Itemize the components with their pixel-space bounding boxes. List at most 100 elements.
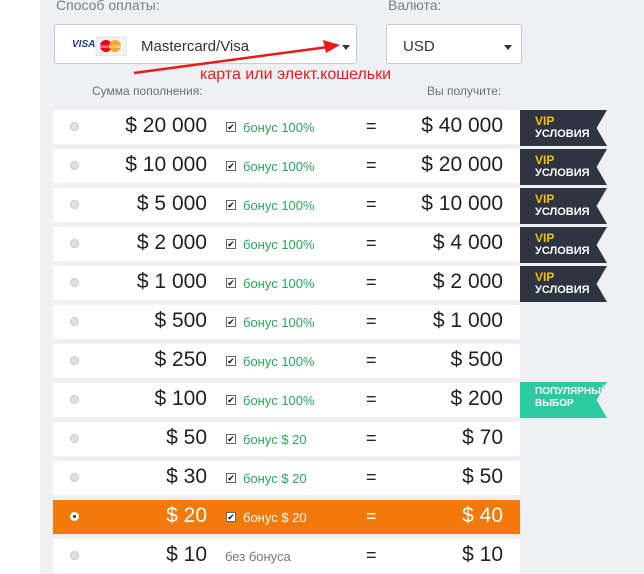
deposit-amount: $ 10: [166, 543, 207, 566]
deposit-option-row[interactable]: $ 100 ✔ бонус 100% = $ 200: [53, 383, 520, 417]
radio-button[interactable]: [70, 122, 79, 131]
receive-amount: $ 50: [462, 465, 503, 488]
card-logo-icon: VISA MasterCard: [69, 35, 127, 56]
radio-button[interactable]: [70, 473, 79, 482]
vip-conditions-badge[interactable]: VIP УСЛОВИЯ: [520, 266, 607, 302]
popular-label: ПОПУЛЯРНЫЙ ВЫБОР: [535, 386, 609, 409]
deposit-option-row[interactable]: $ 500 ✔ бонус 100% = $ 1 000: [53, 305, 520, 339]
bonus-label: бонус $ 20: [243, 471, 307, 486]
deposit-amount: $ 5 000: [136, 192, 207, 215]
vip-label: VIP: [535, 231, 555, 245]
deposit-amount: $ 10 000: [125, 153, 207, 176]
deposit-option-row[interactable]: $ 20 000 ✔ бонус 100% = $ 40 000: [53, 110, 520, 144]
receive-amount: $ 500: [450, 348, 503, 371]
receive-amount: $ 70: [462, 426, 503, 449]
receive-amount: $ 10: [462, 543, 503, 566]
deposit-amount: $ 2 000: [136, 231, 207, 254]
payment-method-select[interactable]: VISA MasterCard Mastercard/Visa: [54, 24, 357, 64]
deposit-option-row[interactable]: $ 50 ✔ бонус $ 20 = $ 70: [53, 422, 520, 456]
checkbox-checked-icon: ✔: [226, 395, 236, 405]
checkbox-checked-icon: ✔: [226, 356, 236, 366]
vip-label: VIP: [535, 192, 555, 206]
deposit-option-row[interactable]: $ 250 ✔ бонус 100% = $ 500: [53, 344, 520, 378]
payment-method-value: Mastercard/Visa: [141, 38, 250, 55]
checkbox-checked-icon: ✔: [226, 200, 236, 210]
checkbox-checked-icon: ✔: [226, 512, 236, 522]
deposit-amount: $ 1 000: [136, 270, 207, 293]
checkbox-checked-icon: ✔: [226, 239, 236, 249]
vip-label: VIP: [535, 153, 555, 167]
vip-conditions-badge[interactable]: VIP УСЛОВИЯ: [520, 149, 607, 185]
radio-button[interactable]: [70, 356, 79, 365]
checkbox-checked-icon: ✔: [226, 122, 236, 132]
currency-select[interactable]: USD: [386, 24, 522, 64]
checkbox-checked-icon: ✔: [226, 161, 236, 171]
svg-text:VISA: VISA: [72, 39, 95, 50]
deposit-amount: $ 250: [154, 348, 207, 371]
checkbox-checked-icon: ✔: [226, 278, 236, 288]
svg-text:MasterCard: MasterCard: [100, 44, 124, 49]
bonus-label: бонус $ 20: [243, 432, 307, 447]
conditions-label: УСЛОВИЯ: [535, 167, 590, 179]
equals-sign: =: [366, 389, 377, 409]
conditions-label: УСЛОВИЯ: [535, 206, 590, 218]
receive-amount: $ 2 000: [432, 270, 503, 293]
bonus-label: бонус 100%: [243, 120, 315, 135]
deposit-option-row[interactable]: $ 10 000 ✔ бонус 100% = $ 20 000: [53, 149, 520, 183]
equals-sign: =: [366, 467, 377, 487]
deposit-amount: $ 500: [154, 309, 207, 332]
vip-conditions-badge[interactable]: VIP УСЛОВИЯ: [520, 110, 607, 146]
radio-button[interactable]: [70, 278, 79, 287]
deposit-amount: $ 20 000: [125, 114, 207, 137]
receive-amount: $ 200: [450, 387, 503, 410]
bonus-label: бонус 100%: [243, 315, 315, 330]
deposit-amount: $ 100: [154, 387, 207, 410]
equals-sign: =: [366, 311, 377, 331]
conditions-label: УСЛОВИЯ: [535, 128, 590, 140]
vip-label: VIP: [535, 270, 555, 284]
vip-label: VIP: [535, 114, 555, 128]
receive-amount: $ 10 000: [421, 192, 503, 215]
deposit-option-row-selected[interactable]: $ 20 ✔ бонус $ 20 = $ 40: [53, 500, 520, 534]
conditions-label: УСЛОВИЯ: [535, 284, 590, 296]
checkbox-checked-icon: ✔: [226, 473, 236, 483]
bonus-label: бонус 100%: [243, 237, 315, 252]
deposit-option-row[interactable]: $ 1 000 ✔ бонус 100% = $ 2 000: [53, 266, 520, 300]
popular-choice-badge: ПОПУЛЯРНЫЙ ВЫБОР: [520, 382, 607, 418]
chevron-down-icon: [504, 45, 512, 50]
deposit-amount: $ 50: [166, 426, 207, 449]
equals-sign: =: [366, 272, 377, 292]
radio-button[interactable]: [70, 551, 79, 560]
bonus-label: бонус 100%: [243, 276, 315, 291]
deposit-option-row[interactable]: $ 2 000 ✔ бонус 100% = $ 4 000: [53, 227, 520, 261]
vip-conditions-badge[interactable]: VIP УСЛОВИЯ: [520, 188, 607, 224]
vip-conditions-badge[interactable]: VIP УСЛОВИЯ: [520, 227, 607, 263]
radio-button[interactable]: [70, 161, 79, 170]
radio-button-selected[interactable]: [70, 512, 79, 521]
equals-sign: =: [366, 545, 377, 565]
payment-method-label: Способ оплаты:: [56, 0, 160, 13]
bonus-label: бонус 100%: [243, 354, 315, 369]
deposit-option-row[interactable]: $ 30 ✔ бонус $ 20 = $ 50: [53, 461, 520, 495]
radio-button[interactable]: [70, 395, 79, 404]
equals-sign: =: [366, 116, 377, 136]
chevron-down-icon: [342, 45, 350, 50]
receive-amount: $ 20 000: [421, 153, 503, 176]
radio-button[interactable]: [70, 434, 79, 443]
radio-button[interactable]: [70, 317, 79, 326]
equals-sign: =: [366, 233, 377, 253]
receive-amount: $ 4 000: [432, 231, 503, 254]
equals-sign: =: [366, 155, 377, 175]
equals-sign: =: [366, 428, 377, 448]
receive-column-header: Вы получите:: [427, 84, 502, 98]
radio-button[interactable]: [70, 200, 79, 209]
radio-button[interactable]: [70, 239, 79, 248]
deposit-option-row[interactable]: $ 10 без бонуса = $ 10: [53, 539, 520, 573]
annotation-text: карта или элект.кошельки: [200, 66, 392, 83]
receive-amount: $ 40 000: [421, 114, 503, 137]
currency-label: Валюта:: [388, 0, 442, 13]
bonus-label: бонус $ 20: [243, 510, 307, 525]
no-bonus-label: без бонуса: [225, 549, 291, 564]
deposit-option-row[interactable]: $ 5 000 ✔ бонус 100% = $ 10 000: [53, 188, 520, 222]
receive-amount: $ 1 000: [432, 309, 503, 332]
